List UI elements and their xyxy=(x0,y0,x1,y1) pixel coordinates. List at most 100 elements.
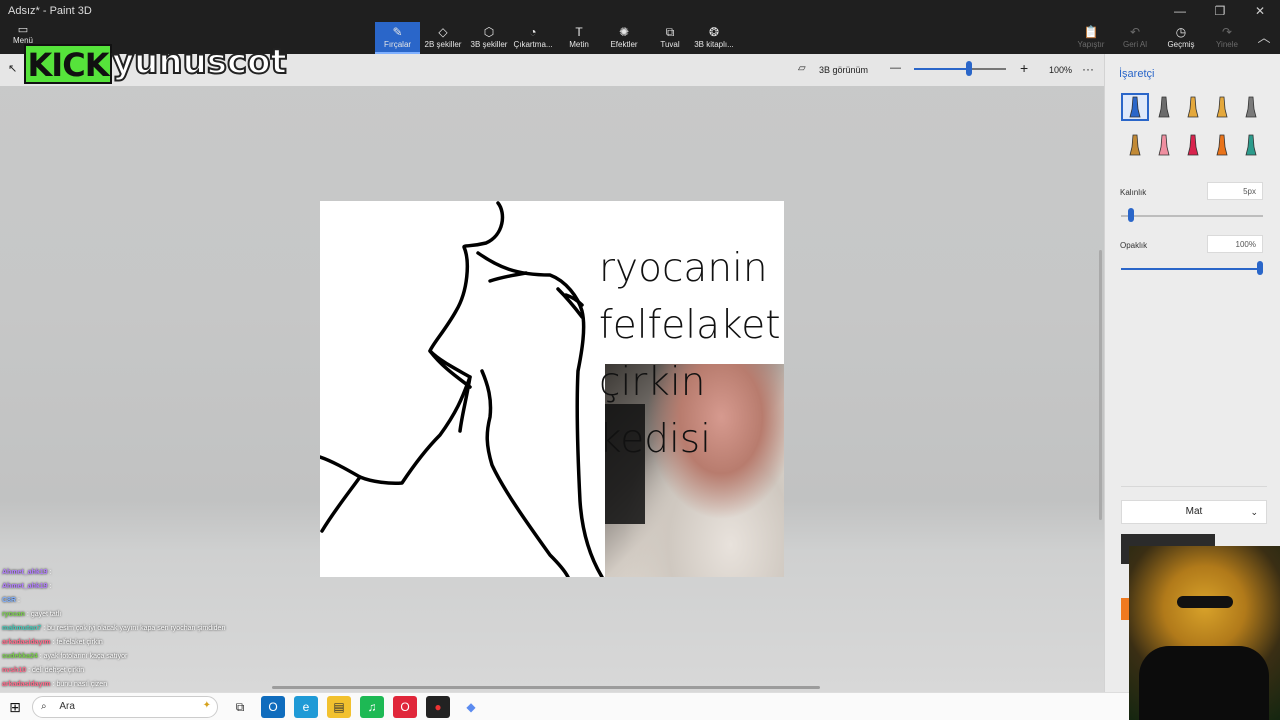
canvas-text-line: çirkin xyxy=(599,360,706,405)
spray-can-icon xyxy=(1216,134,1228,156)
tool-label: 2B şekiller xyxy=(424,40,462,49)
redo-button[interactable]: ↷ Yinele xyxy=(1210,22,1244,54)
history-icon: ◷ xyxy=(1175,25,1187,39)
brush-icon: ✎ xyxy=(392,25,403,39)
thickness-slider-track[interactable] xyxy=(1121,215,1263,217)
canvas-icon: ⧉ xyxy=(665,25,675,39)
paste-icon: 📋 xyxy=(1083,25,1099,39)
marker-brush-icon xyxy=(1129,96,1141,118)
finish-value: Mat xyxy=(1185,506,1203,517)
tool-sticker[interactable]: ◔ Çıkartma... xyxy=(513,22,553,54)
pixel-pen-tool[interactable] xyxy=(1237,93,1265,121)
history-label: Geçmiş xyxy=(1167,40,1195,49)
tool-library-3d[interactable]: ❂ 3B kitaplı... xyxy=(693,22,735,54)
taskbar-search[interactable]: ⌕ Ara ✦ xyxy=(32,696,218,718)
thickness-slider-thumb[interactable] xyxy=(1128,208,1135,222)
shapes-3d-icon: ⬡ xyxy=(483,25,495,39)
tool-canvas[interactable]: ⧉ Tuval xyxy=(655,22,685,54)
pencil-icon xyxy=(1129,134,1141,156)
calligraphy-pen-tool[interactable] xyxy=(1150,93,1178,121)
opacity-slider-thumb[interactable] xyxy=(1257,261,1263,275)
marker-brush-tool[interactable] xyxy=(1121,93,1149,121)
paint3d-window: Adsız* - Paint 3D — ❐ ✕ ▭ Menü ✎ Fırçalar… xyxy=(0,0,1280,720)
tool-effects[interactable]: ✺ Efektler xyxy=(606,22,642,54)
view3d-label[interactable]: 3B görünüm xyxy=(819,65,868,75)
tool-shapes-2d[interactable]: ◇ 2B şekiller xyxy=(423,22,463,54)
tool-label: Çıkartma... xyxy=(513,40,553,49)
minimize-button[interactable]: — xyxy=(1160,0,1200,22)
zoom-slider-thumb[interactable] xyxy=(966,61,973,76)
webcam-overlay xyxy=(1129,546,1280,720)
eraser-icon xyxy=(1158,134,1170,156)
zoom-in-button[interactable]: + xyxy=(1020,60,1028,76)
tool-text[interactable]: T Metin xyxy=(565,22,593,54)
chat-text: gayet tatlı xyxy=(30,611,62,618)
chat-message: arkadasidayım : bunu nasıl çizen xyxy=(2,678,302,692)
edge-icon[interactable]: e xyxy=(294,696,318,718)
horizontal-scrollbar[interactable] xyxy=(272,686,820,689)
sunglasses xyxy=(1177,596,1233,608)
opacity-input[interactable]: 100% xyxy=(1207,235,1263,253)
chat-username: arkadasidayım xyxy=(2,639,51,646)
outlook-icon[interactable]: O xyxy=(261,696,285,718)
windows-start-icon[interactable]: ⊞ xyxy=(0,693,30,720)
spray-can-tool[interactable] xyxy=(1208,131,1236,159)
zoom-level: 100% xyxy=(1049,65,1073,75)
search-icon: ⌕ xyxy=(41,701,47,712)
chat-username: arkadasidayım xyxy=(2,681,51,688)
tool-shapes-3d[interactable]: ⬡ 3B şekiller xyxy=(469,22,509,54)
maximize-button[interactable]: ❐ xyxy=(1200,0,1240,22)
crayon-icon xyxy=(1187,134,1199,156)
kick-logo: KICK xyxy=(24,44,112,84)
history-label: Geri Al xyxy=(1122,40,1147,49)
chat-message: Ahmet_ahk19 : xyxy=(2,566,302,580)
black-coat xyxy=(1139,646,1269,720)
vertical-scrollbar[interactable] xyxy=(1099,250,1102,520)
select-cursor-icon[interactable]: ↖ xyxy=(8,62,17,75)
eraser-tool[interactable] xyxy=(1150,131,1178,159)
undo-button[interactable]: ↶ Geri Al xyxy=(1118,22,1152,54)
files-icon[interactable]: ▤ xyxy=(327,696,351,718)
view3d-icon[interactable]: ▱ xyxy=(798,63,806,74)
tool-label: Metin xyxy=(569,40,589,49)
app-icon[interactable]: ● xyxy=(426,696,450,718)
chat-username: Ahmet_ahk19 xyxy=(2,583,48,590)
tool-label: 3B kitaplı... xyxy=(694,40,734,49)
watercolor-tool[interactable] xyxy=(1208,93,1236,121)
history-button[interactable]: ◷ Geçmiş xyxy=(1164,22,1198,54)
effects-icon: ✺ xyxy=(618,25,630,39)
pencil-tool[interactable] xyxy=(1121,131,1149,159)
collapse-ribbon-icon[interactable]: ︿ xyxy=(1244,27,1280,49)
opacity-slider-track[interactable] xyxy=(1121,268,1263,270)
fill-tool[interactable] xyxy=(1237,131,1265,159)
taskbar: ⊞ ⌕ Ara ✦ ⧉ Oe ▤ ♫ O ● ◆ xyxy=(0,692,1129,720)
panel-title: İşaretçi xyxy=(1119,68,1155,80)
chat-separator: : xyxy=(47,569,52,576)
chat-text: bu resim çok iyi olacak yayını kapa sen … xyxy=(47,625,226,632)
chat-text: deli dehşet çirkin xyxy=(31,667,85,674)
oil-brush-tool[interactable] xyxy=(1179,93,1207,121)
search-placeholder: Ara xyxy=(59,701,75,712)
copilot-sparkle-icon[interactable]: ✦ xyxy=(203,700,211,711)
zoom-slider-fill xyxy=(914,68,970,70)
opera-icon[interactable]: O xyxy=(393,696,417,718)
finish-dropdown[interactable]: Mat ⌄ xyxy=(1121,500,1267,524)
task-view-icon[interactable]: ⧉ xyxy=(228,696,252,718)
close-button[interactable]: ✕ xyxy=(1240,0,1280,22)
thickness-input[interactable]: 5px xyxy=(1207,182,1263,200)
chat-text: ayak fotolarını kaça satıyor xyxy=(43,653,128,660)
chat-username: mahmutan7 xyxy=(2,625,42,632)
sticker-icon: ◔ xyxy=(529,25,537,39)
chat-username: sudekka24 xyxy=(2,653,38,660)
spotify-icon[interactable]: ♫ xyxy=(360,696,384,718)
chat-message: mahmutan7 : bu resim çok iyi olacak yayı… xyxy=(2,622,302,636)
stream-chat: Ahmet_ahk19 : Ahmet_ahk19 : C8R : ryocan… xyxy=(2,566,302,692)
more-options-button[interactable]: ··· xyxy=(1082,62,1094,76)
drawing-canvas[interactable]: ryocanin felfelaket çirkin kedisi xyxy=(320,201,784,577)
paint3d-icon[interactable]: ◆ xyxy=(459,696,483,718)
zoom-out-button[interactable]: — xyxy=(890,62,901,74)
tool-brush[interactable]: ✎ Fırçalar xyxy=(375,22,420,54)
crayon-tool[interactable] xyxy=(1179,131,1207,159)
folder-icon: ▭ xyxy=(17,24,29,36)
paste-button[interactable]: 📋 Yapıştır xyxy=(1074,22,1108,54)
